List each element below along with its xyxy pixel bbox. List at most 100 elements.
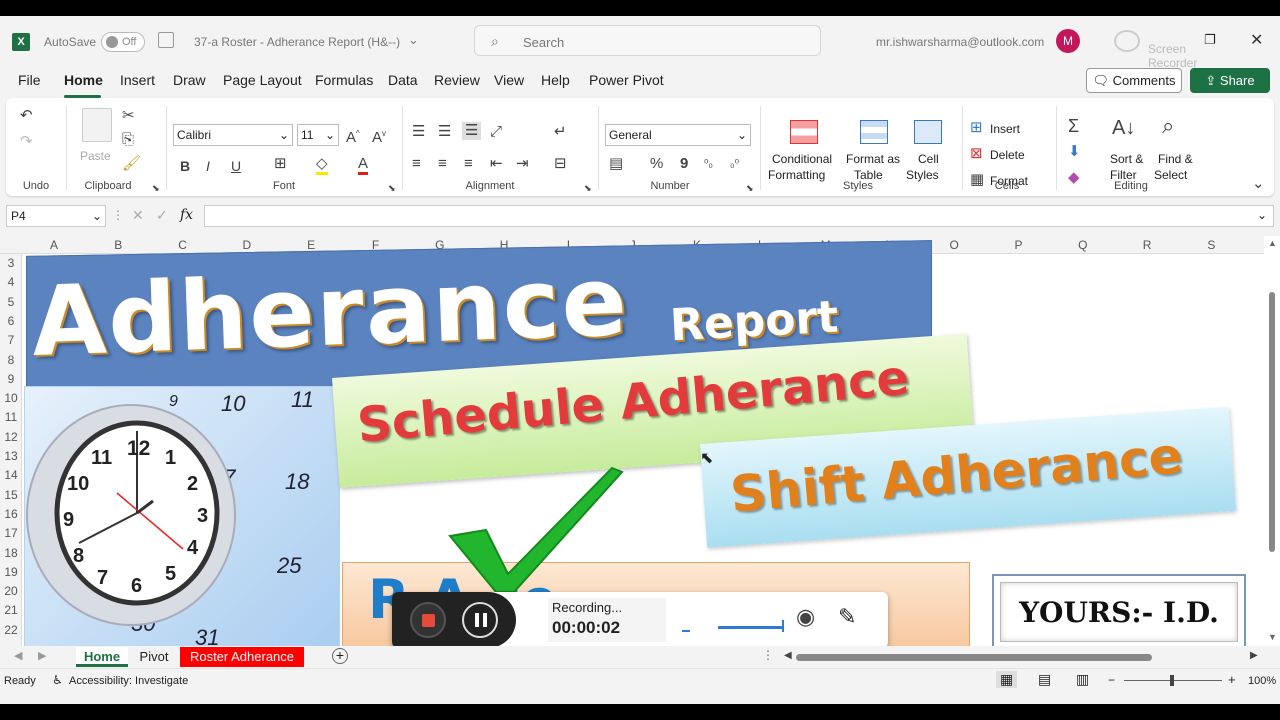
dialog-launcher-icon[interactable]: ⬊ bbox=[388, 180, 396, 196]
pause-recording-button[interactable] bbox=[462, 602, 498, 638]
row-header[interactable]: 22 bbox=[0, 623, 22, 637]
row-header[interactable]: 5 bbox=[0, 295, 22, 309]
tab-review[interactable]: Review bbox=[434, 72, 480, 88]
formula-input[interactable]: ⌄ bbox=[204, 205, 1274, 227]
add-sheet-icon[interactable]: + bbox=[332, 648, 348, 664]
dialog-launcher-icon[interactable]: ⬊ bbox=[152, 180, 160, 196]
row-header[interactable]: 16 bbox=[0, 507, 22, 521]
save-icon[interactable] bbox=[158, 32, 174, 48]
column-header[interactable]: C bbox=[163, 238, 203, 252]
avatar[interactable]: M bbox=[1056, 29, 1080, 53]
chevron-down-icon[interactable]: ⌄ bbox=[408, 32, 419, 48]
volume-slider[interactable] bbox=[718, 626, 784, 629]
column-header[interactable]: R bbox=[1127, 238, 1167, 252]
name-box[interactable]: P4 ⌄ bbox=[6, 205, 106, 227]
column-header[interactable]: A bbox=[34, 238, 74, 252]
copy-icon[interactable]: ⎘ bbox=[122, 132, 134, 148]
align-left-icon[interactable]: ≡ bbox=[412, 156, 421, 172]
stop-recording-button[interactable] bbox=[410, 602, 446, 638]
paste-icon[interactable] bbox=[82, 108, 112, 142]
normal-view-icon[interactable]: ▦ bbox=[996, 671, 1018, 688]
orientation-icon[interactable]: ⤢ bbox=[490, 124, 502, 140]
search-box[interactable]: ⌕ Search bbox=[474, 25, 821, 56]
dialog-launcher-icon[interactable]: ⬊ bbox=[746, 180, 754, 196]
next-sheet-icon[interactable]: ▶ bbox=[38, 649, 46, 662]
align-bottom-icon[interactable]: ☰ bbox=[462, 122, 482, 140]
decrease-font-icon[interactable]: Av bbox=[372, 126, 386, 146]
sheet-tab-roster-adherance[interactable]: Roster Adherance bbox=[180, 647, 304, 667]
clear-icon[interactable]: ◆ bbox=[1068, 170, 1080, 186]
restore-icon[interactable]: ❐ bbox=[1204, 32, 1216, 48]
row-header[interactable]: 19 bbox=[0, 565, 22, 579]
column-header[interactable]: D bbox=[227, 238, 267, 252]
row-header[interactable]: 13 bbox=[0, 449, 22, 463]
share-button[interactable]: ⇪ Share bbox=[1190, 68, 1270, 93]
accounting-format-icon[interactable]: ▤ bbox=[609, 156, 623, 172]
format-as-table-button[interactable]: Format as Table bbox=[844, 118, 908, 182]
row-header[interactable]: 15 bbox=[0, 488, 22, 502]
row-header[interactable]: 21 bbox=[0, 603, 22, 617]
row-header[interactable]: 6 bbox=[0, 314, 22, 328]
column-header[interactable]: O bbox=[934, 238, 974, 252]
paste-label[interactable]: Paste bbox=[80, 149, 111, 163]
insert-cells-icon[interactable]: ⊞ bbox=[970, 120, 983, 136]
underline-icon[interactable]: U bbox=[231, 158, 241, 174]
column-header[interactable]: Q bbox=[1063, 238, 1103, 252]
column-header[interactable]: B bbox=[98, 238, 138, 252]
scroll-down-icon[interactable]: ▼ bbox=[1268, 632, 1277, 642]
delete-button[interactable]: Delete bbox=[990, 148, 1025, 162]
tab-home[interactable]: Home bbox=[64, 72, 103, 88]
align-center-icon[interactable]: ≡ bbox=[438, 156, 447, 172]
tab-power-pivot[interactable]: Power Pivot bbox=[589, 72, 664, 88]
font-name-select[interactable]: Calibri ⌄ bbox=[173, 124, 293, 146]
insert-function-icon[interactable]: fx bbox=[180, 207, 193, 223]
increase-font-icon[interactable]: A^ bbox=[346, 126, 360, 146]
vertical-scrollbar[interactable]: ▲ ▼ bbox=[1266, 238, 1278, 648]
cell-styles-button[interactable]: Cell Styles bbox=[906, 118, 952, 182]
zoom-handle[interactable] bbox=[1170, 675, 1174, 686]
tab-page-layout[interactable]: Page Layout bbox=[223, 72, 302, 88]
row-header[interactable]: 7 bbox=[0, 333, 22, 347]
align-middle-icon[interactable]: ☰ bbox=[438, 124, 451, 140]
row-header[interactable]: 4 bbox=[0, 275, 22, 289]
increase-decimal-icon[interactable]: ⁰₀ bbox=[704, 156, 713, 172]
calendar-clock-image[interactable]: 9 10 11 17 18 24 25 30 31 12 1 2 3 4 5 6… bbox=[24, 386, 340, 652]
accessibility-status[interactable]: Accessibility: Investigate bbox=[69, 675, 188, 687]
scroll-thumb[interactable] bbox=[1269, 292, 1275, 552]
percent-icon[interactable]: % bbox=[650, 156, 663, 172]
format-painter-icon[interactable]: 🖌 bbox=[122, 156, 141, 172]
decrease-indent-icon[interactable]: ⇤ bbox=[490, 156, 503, 172]
autosum-icon[interactable]: Σ bbox=[1068, 117, 1079, 135]
row-header[interactable]: 11 bbox=[0, 410, 22, 424]
undo-icon[interactable]: ↶ bbox=[20, 108, 33, 124]
column-header[interactable]: S bbox=[1191, 238, 1231, 252]
comma-style-icon[interactable]: 9 bbox=[680, 156, 688, 172]
tab-formulas[interactable]: Formulas bbox=[315, 72, 373, 88]
cut-icon[interactable]: ✂ bbox=[122, 108, 135, 124]
row-header[interactable]: 17 bbox=[0, 526, 22, 540]
horizontal-scroll-thumb[interactable] bbox=[796, 654, 1152, 661]
align-right-icon[interactable]: ≡ bbox=[464, 156, 473, 172]
sheet-tab-pivot[interactable]: Pivot bbox=[130, 647, 178, 667]
yours-id-box[interactable]: YOURS:- I.D. bbox=[992, 574, 1246, 650]
bold-icon[interactable]: B bbox=[180, 158, 190, 174]
align-top-icon[interactable]: ☰ bbox=[412, 124, 425, 140]
decrease-decimal-icon[interactable]: ₀⁰ bbox=[730, 156, 739, 172]
merge-center-icon[interactable]: ⊟ bbox=[554, 156, 567, 172]
volume-handle[interactable] bbox=[782, 620, 784, 632]
accessibility-icon[interactable]: ♿ bbox=[52, 673, 63, 687]
autosave-toggle[interactable]: Off bbox=[101, 32, 145, 52]
scroll-up-icon[interactable]: ▲ bbox=[1268, 238, 1277, 248]
page-break-view-icon[interactable]: ▥ bbox=[1076, 671, 1089, 688]
sort-filter-button[interactable]: A↓ Sort & Filter bbox=[1106, 118, 1156, 182]
cancel-icon[interactable]: ✕ bbox=[132, 207, 144, 224]
find-select-button[interactable]: ⌕ Find & Select bbox=[1150, 115, 1200, 183]
comments-button[interactable]: 🗨 Comments bbox=[1086, 68, 1182, 93]
italic-icon[interactable]: I bbox=[206, 158, 210, 174]
increase-indent-icon[interactable]: ⇥ bbox=[516, 156, 529, 172]
tab-draw[interactable]: Draw bbox=[173, 72, 206, 88]
delete-cells-icon[interactable]: ⊠ bbox=[970, 146, 983, 162]
collapse-ribbon-icon[interactable]: ⌄ bbox=[1252, 176, 1265, 192]
row-header[interactable]: 10 bbox=[0, 391, 22, 405]
document-title[interactable]: 37-a Roster - Adherance Report (H&--) bbox=[194, 35, 400, 49]
